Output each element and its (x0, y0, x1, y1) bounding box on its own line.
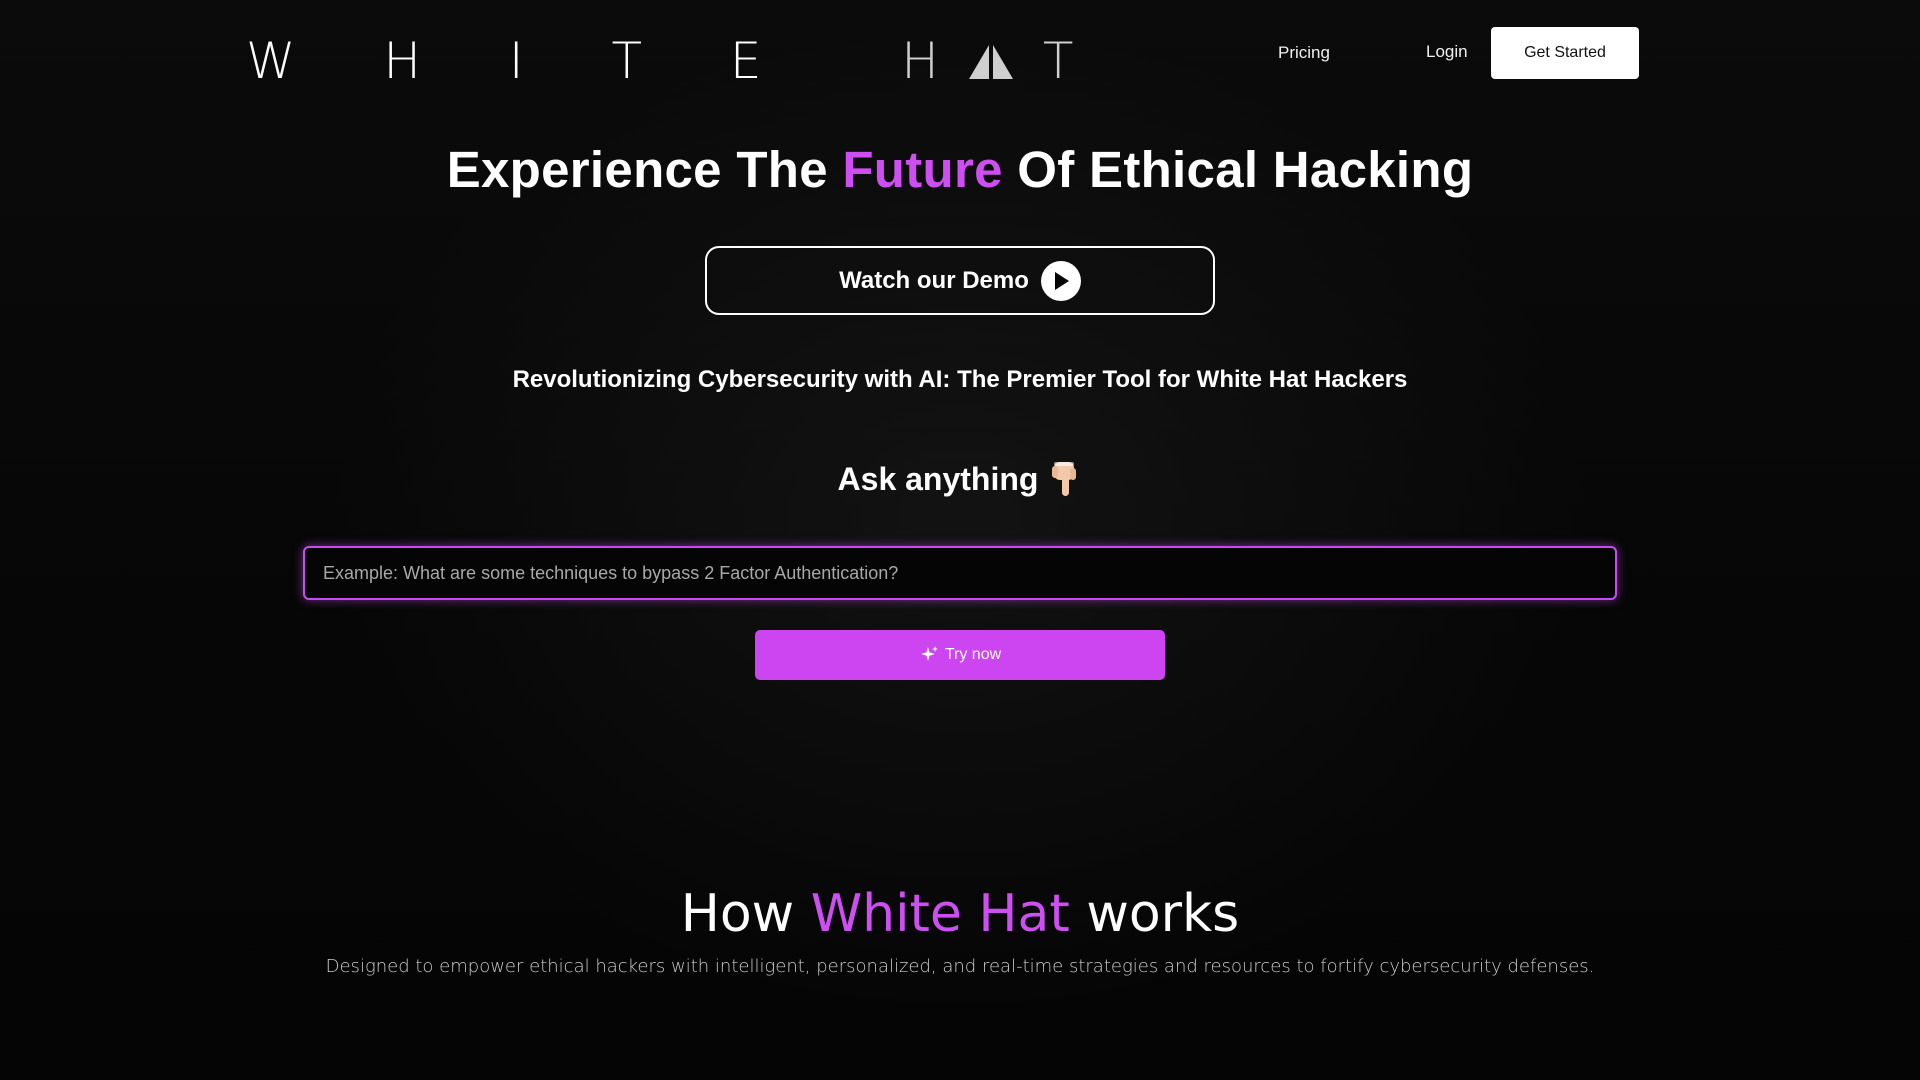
hero-subtitle: Revolutionizing Cybersecurity with AI: T… (512, 366, 1408, 393)
pointing-down-hand-icon (1052, 462, 1077, 496)
hero-title-end: Of Ethical Hacking (1002, 141, 1474, 198)
hero-title: Experience The Future Of Ethical Hacking (0, 140, 1920, 199)
how-it-works-description: Designed to empower ethical hackers with… (325, 956, 1595, 977)
landing-page: W H I T E H T Pricing Login Get Started … (0, 0, 1920, 1080)
play-icon (1040, 260, 1081, 301)
how-title-accent: White Hat (810, 884, 1070, 944)
try-now-button[interactable]: Try now (755, 630, 1165, 680)
how-title-start: How (680, 884, 811, 944)
how-it-works-title: How White Hat works (0, 884, 1920, 944)
white-hat-logo[interactable]: W H I T E H T (246, 32, 1074, 90)
hat-triangle-icon (968, 45, 1013, 79)
try-now-label: Try now (944, 646, 1002, 663)
ask-label: Ask anything (837, 460, 1039, 497)
how-title-end: works (1069, 884, 1240, 944)
nav-login-link[interactable]: Login (1426, 42, 1468, 62)
sparkle-icon (920, 646, 938, 661)
logo-letter-t: T (1042, 32, 1074, 90)
hero-title-accent: Future (842, 141, 1003, 198)
get-started-button[interactable]: Get Started (1491, 27, 1639, 79)
ask-heading: Ask anything (0, 460, 1920, 498)
hero-title-start: Experience The (446, 141, 843, 198)
nav-pricing-link[interactable]: Pricing (1278, 43, 1330, 63)
ask-search-input[interactable] (303, 546, 1617, 600)
logo-wordmark: W H I T E H (246, 32, 975, 90)
watch-demo-button[interactable]: Watch our Demo (705, 246, 1215, 315)
watch-demo-label: Watch our Demo (839, 266, 1029, 294)
